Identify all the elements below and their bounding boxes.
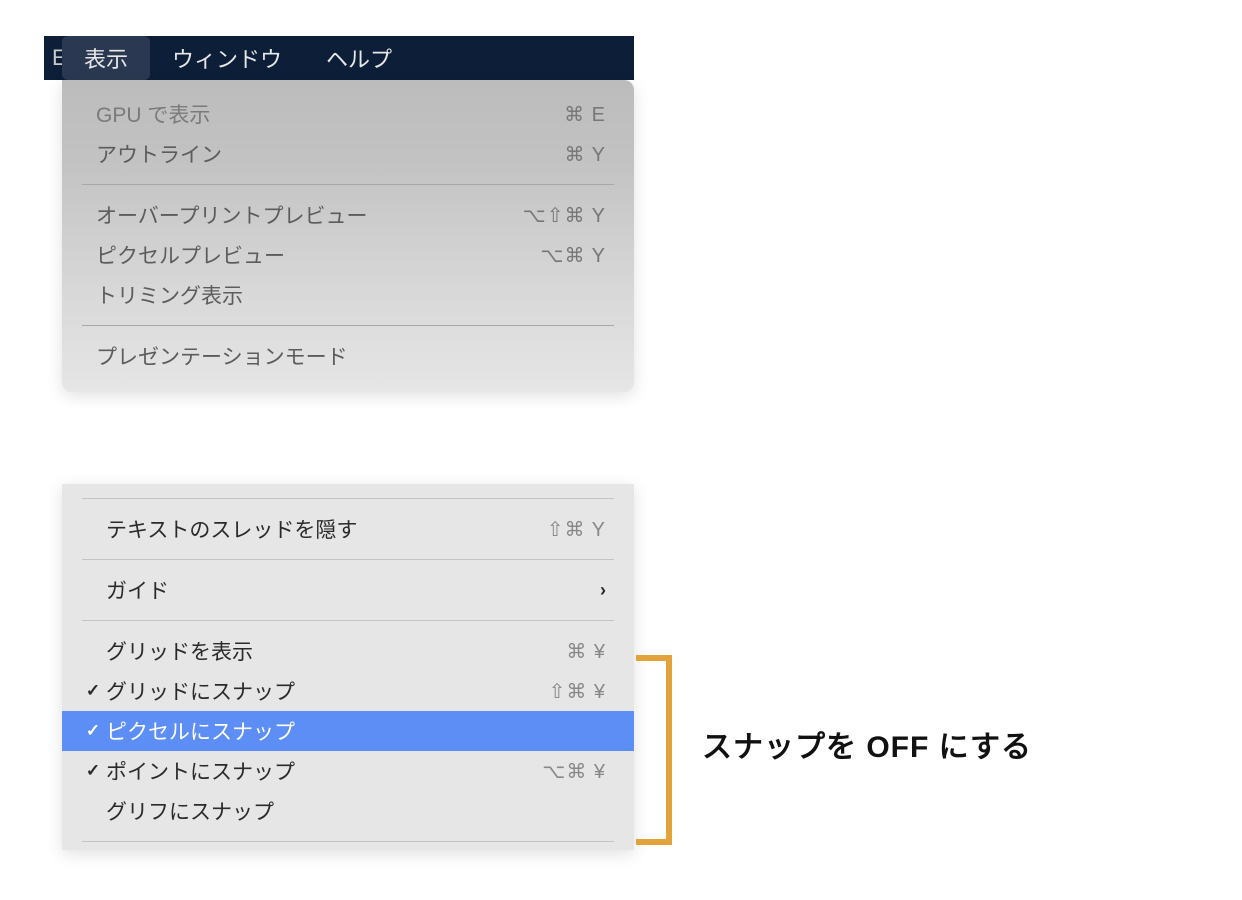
menu-item-shortcut: ⌘ Y: [564, 142, 606, 167]
menu-item-shortcut: ⌥⇧⌘ Y: [523, 203, 606, 228]
menu-divider: [82, 620, 614, 621]
menu-item-label: GPU で表示: [96, 99, 564, 129]
menu-divider: [82, 841, 614, 842]
menu-item-label: テキストのスレッドを隠す: [104, 514, 547, 544]
menu-item-snap-to-grid[interactable]: ✓ グリッドにスナップ ⇧⌘ ¥: [62, 671, 634, 711]
menu-item-label: トリミング表示: [96, 280, 606, 310]
menu-item-label: ピクセルにスナップ: [104, 716, 606, 746]
check-icon: ✓: [82, 761, 104, 781]
menu-item-label: オーバープリントプレビュー: [96, 200, 523, 230]
menu-item-label: グリッドにスナップ: [104, 676, 549, 706]
menu-item-shortcut: ⌥⌘ ¥: [542, 759, 606, 784]
menu-item-shortcut: ⌘ E: [564, 102, 606, 127]
menubar: E 表示 ウィンドウ ヘルプ: [44, 36, 634, 80]
menu-divider: [82, 498, 614, 499]
menu-divider: [82, 325, 614, 326]
menu-item-presentation-mode[interactable]: プレゼンテーションモード: [62, 336, 634, 376]
menubar-item-help[interactable]: ヘルプ: [304, 36, 414, 80]
menu-item-shortcut: ⌥⌘ Y: [540, 243, 606, 268]
menu-item-hide-text-threads[interactable]: テキストのスレッドを隠す ⇧⌘ Y: [62, 509, 634, 549]
menu-item-label: ピクセルプレビュー: [96, 240, 540, 270]
menu-item-snap-to-point[interactable]: ✓ ポイントにスナップ ⌥⌘ ¥: [62, 751, 634, 791]
menu-item-label: アウトライン: [96, 139, 564, 169]
menubar-item-window[interactable]: ウィンドウ: [150, 36, 304, 80]
view-menu-dropdown: GPU で表示 ⌘ E アウトライン ⌘ Y オーバープリントプレビュー ⌥⇧⌘…: [62, 80, 634, 392]
menu-item-shortcut: ⇧⌘ Y: [547, 517, 606, 542]
check-icon: ✓: [82, 721, 104, 741]
menu-item-label: グリッドを表示: [104, 636, 566, 666]
menubar-item-view[interactable]: 表示: [62, 36, 150, 80]
menu-item-label: プレゼンテーションモード: [96, 341, 606, 371]
menu-item-outline[interactable]: アウトライン ⌘ Y: [62, 134, 634, 174]
menu-item-snap-to-pixel[interactable]: ✓ ピクセルにスナップ: [62, 711, 634, 751]
menu-item-gpu-preview[interactable]: GPU で表示 ⌘ E: [62, 94, 634, 134]
menu-item-shortcut: ⇧⌘ ¥: [549, 679, 606, 704]
menu-section: ガイド ›: [62, 564, 634, 616]
annotation-bracket: [636, 655, 672, 845]
menu-item-label: ガイド: [104, 575, 600, 605]
menu-item-label: ポイントにスナップ: [104, 756, 542, 786]
view-menu-dropdown-lower: テキストのスレッドを隠す ⇧⌘ Y ガイド › グリッドを表示 ⌘ ¥ ✓ グリ…: [62, 484, 634, 850]
menu-item-guides[interactable]: ガイド ›: [62, 570, 634, 610]
menu-item-label: グリフにスナップ: [104, 796, 606, 826]
menu-section: テキストのスレッドを隠す ⇧⌘ Y: [62, 503, 634, 555]
menu-item-overprint-preview[interactable]: オーバープリントプレビュー ⌥⇧⌘ Y: [62, 195, 634, 235]
menu-item-shortcut: ⌘ ¥: [566, 639, 606, 664]
menubar-crop-hint: E: [52, 45, 62, 71]
menu-divider: [82, 559, 614, 560]
menu-item-trim-view[interactable]: トリミング表示: [62, 275, 634, 315]
menu-item-snap-to-glyph[interactable]: グリフにスナップ: [62, 791, 634, 831]
menu-section: グリッドを表示 ⌘ ¥ ✓ グリッドにスナップ ⇧⌘ ¥ ✓ ピクセルにスナップ…: [62, 625, 634, 837]
menu-divider: [82, 184, 614, 185]
menu-section: GPU で表示 ⌘ E アウトライン ⌘ Y: [62, 88, 634, 180]
check-icon: ✓: [82, 681, 104, 701]
menu-section: オーバープリントプレビュー ⌥⇧⌘ Y ピクセルプレビュー ⌥⌘ Y トリミング…: [62, 189, 634, 321]
annotation-text: スナップを OFF にする: [702, 722, 1032, 766]
chevron-right-icon: ›: [600, 580, 606, 601]
menu-item-pixel-preview[interactable]: ピクセルプレビュー ⌥⌘ Y: [62, 235, 634, 275]
menu-item-show-grid[interactable]: グリッドを表示 ⌘ ¥: [62, 631, 634, 671]
menu-section: プレゼンテーションモード: [62, 330, 634, 382]
